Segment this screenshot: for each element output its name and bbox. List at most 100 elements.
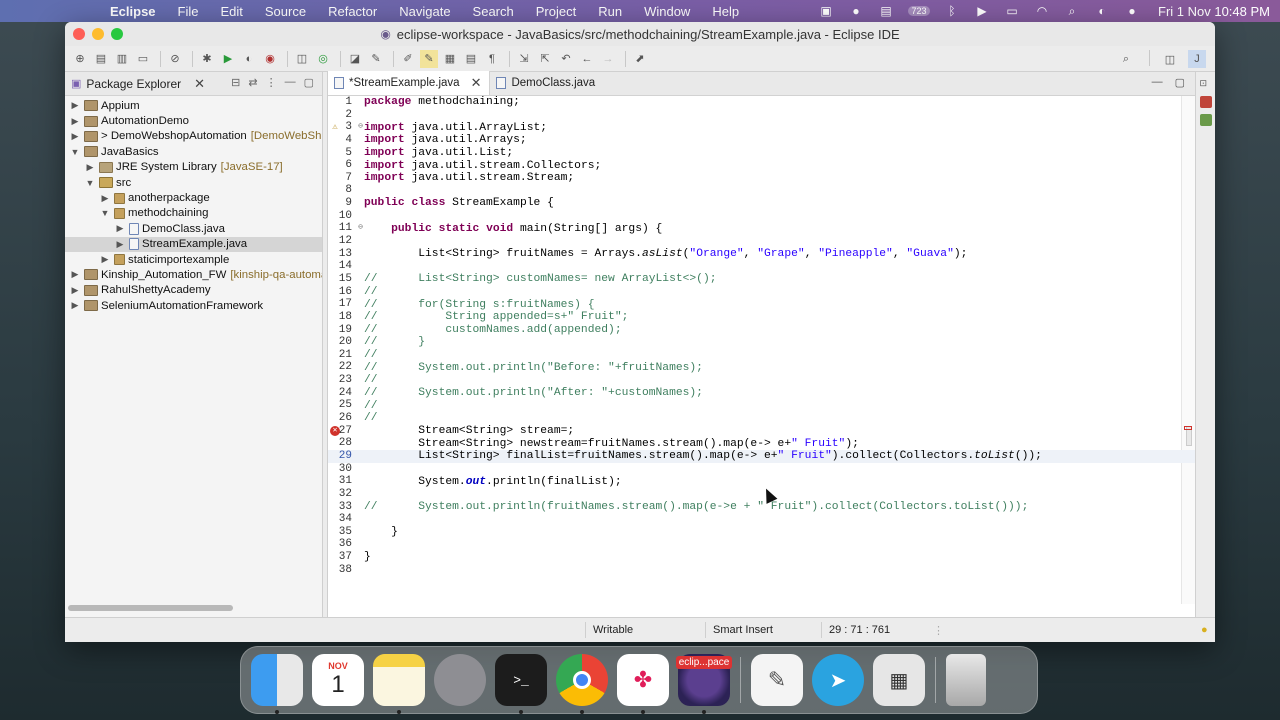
annotation-icon[interactable]: ✐ bbox=[399, 50, 417, 68]
line-gutter[interactable]: 22 bbox=[328, 361, 364, 374]
chrome-icon[interactable] bbox=[556, 654, 608, 714]
line-gutter[interactable]: 28 bbox=[328, 437, 364, 450]
code-text[interactable]: } bbox=[364, 551, 371, 563]
control-center-icon[interactable]: ◐ bbox=[1094, 4, 1110, 18]
chevron-right-icon[interactable]: ▶ bbox=[99, 254, 111, 265]
restore-icon[interactable]: ⊡ bbox=[1200, 78, 1212, 90]
line-gutter[interactable]: 27 ✕ bbox=[328, 425, 364, 438]
code-text[interactable]: import java.util.Arrays; bbox=[364, 134, 527, 146]
screen-share-icon[interactable]: ▣ bbox=[818, 4, 834, 18]
new-java-project-icon[interactable]: ◫ bbox=[293, 50, 311, 68]
menu-app-name[interactable]: Eclipse bbox=[110, 4, 156, 19]
code-line[interactable]: 38 bbox=[328, 564, 1195, 577]
menu-run[interactable]: Run bbox=[598, 4, 622, 19]
chevron-right-icon[interactable]: ▶ bbox=[84, 162, 96, 173]
menu-project[interactable]: Project bbox=[536, 4, 576, 19]
textedit-icon[interactable]: ✎ bbox=[751, 654, 803, 706]
chevron-right-icon[interactable]: ▶ bbox=[69, 100, 81, 111]
tip-icon[interactable]: ● bbox=[1201, 624, 1208, 636]
layers-icon[interactable]: ▤ bbox=[878, 4, 894, 18]
tree-item[interactable]: ▶ AutomationDemo bbox=[65, 113, 322, 128]
line-gutter[interactable]: 14 bbox=[328, 260, 364, 273]
code-text[interactable]: // bbox=[364, 412, 378, 424]
java-perspective-icon[interactable]: J bbox=[1188, 50, 1206, 68]
close-icon[interactable]: ✕ bbox=[194, 76, 205, 92]
code-line[interactable]: 13 List<String> fruitNames = Arrays.asLi… bbox=[328, 248, 1195, 261]
tab-demo-class[interactable]: DemoClass.java bbox=[490, 71, 603, 95]
pin-editor-icon[interactable]: ⬈ bbox=[631, 50, 649, 68]
chevron-right-icon[interactable]: ▶ bbox=[99, 193, 111, 204]
tab-package-explorer[interactable]: ▣ Package Explorer ✕ bbox=[71, 76, 205, 92]
maximize-editor-icon[interactable]: ▢ bbox=[1175, 76, 1185, 89]
code-text[interactable]: // List<String> customNames= new ArrayLi… bbox=[364, 273, 717, 285]
system-information-icon[interactable]: ▦ bbox=[873, 654, 925, 706]
chevron-right-icon[interactable]: ▶ bbox=[69, 116, 81, 127]
line-gutter[interactable]: 31 bbox=[328, 475, 364, 488]
open-perspective-icon[interactable]: ◫ bbox=[1161, 50, 1179, 68]
debug-icon[interactable]: ✱ bbox=[198, 50, 216, 68]
chevron-right-icon[interactable]: ▶ bbox=[114, 239, 126, 250]
code-line[interactable]: 20 // } bbox=[328, 336, 1195, 349]
tree-item[interactable]: ▶ JRE System Library [JavaSE-17] bbox=[65, 160, 322, 175]
line-gutter[interactable]: 4 bbox=[328, 134, 364, 147]
tree-item[interactable]: ▼ src bbox=[65, 175, 322, 190]
line-gutter[interactable]: 13 bbox=[328, 248, 364, 261]
code-line[interactable]: 36 bbox=[328, 538, 1195, 551]
code-line[interactable]: 11 ⊖ public static void main(String[] arg… bbox=[328, 222, 1195, 235]
code-line[interactable]: 24 // System.out.println("After: "+custom… bbox=[328, 387, 1195, 400]
tree-item[interactable]: ▶ DemoClass.java bbox=[65, 221, 322, 236]
code-line[interactable]: 5 import java.util.List; bbox=[328, 147, 1195, 160]
tab-stream-example[interactable]: *StreamExample.java ✕ bbox=[328, 71, 491, 95]
trash-icon[interactable] bbox=[946, 654, 986, 706]
warning-icon[interactable]: ⚠ bbox=[330, 122, 340, 132]
open-type-icon[interactable]: ◪ bbox=[346, 50, 364, 68]
code-text[interactable]: // bbox=[364, 349, 378, 361]
code-text[interactable]: // for(String s:fruitNames) { bbox=[364, 299, 595, 311]
code-line[interactable]: 18 // String appended=s+" Fruit"; bbox=[328, 311, 1195, 324]
terminal-icon[interactable]: ▭ bbox=[134, 50, 152, 68]
play-icon[interactable]: ▶ bbox=[974, 4, 990, 18]
wifi-icon[interactable]: ◠ bbox=[1034, 4, 1050, 18]
line-gutter[interactable]: 25 bbox=[328, 399, 364, 412]
forward-icon[interactable]: → bbox=[599, 50, 617, 68]
tree-item[interactable]: ▶ Kinship_Automation_FW [kinship-qa-automa… bbox=[65, 267, 322, 282]
line-gutter[interactable]: 23 bbox=[328, 374, 364, 387]
external-tools-icon[interactable]: ◉ bbox=[261, 50, 279, 68]
menu-edit[interactable]: Edit bbox=[220, 4, 242, 19]
link-with-editor-icon[interactable]: ⇄ bbox=[248, 76, 257, 89]
code-text[interactable]: // } bbox=[364, 336, 425, 348]
line-gutter[interactable]: 5 bbox=[328, 147, 364, 160]
window-titlebar[interactable]: ◉ eclipse-workspace - JavaBasics/src/met… bbox=[65, 22, 1215, 46]
line-gutter[interactable]: 38 bbox=[328, 564, 364, 577]
minimize-window-button[interactable] bbox=[92, 28, 104, 40]
tree-item[interactable]: ▶ SeleniumAutomationFramework bbox=[65, 298, 322, 313]
close-icon[interactable]: ✕ bbox=[471, 75, 482, 91]
eclipse-dock-icon[interactable]: eclip...pace bbox=[675, 654, 733, 714]
line-gutter[interactable]: 32 bbox=[328, 488, 364, 501]
show-whitespace-icon[interactable]: ¶ bbox=[483, 50, 501, 68]
code-text[interactable]: import java.util.stream.Collectors; bbox=[364, 160, 601, 172]
terminal-app-icon[interactable]: >_ bbox=[495, 654, 547, 714]
siri-icon[interactable]: ● bbox=[1124, 4, 1140, 18]
line-gutter[interactable]: 3 ⊖ ⚠ bbox=[328, 121, 364, 134]
fold-toggle-icon[interactable]: ⊖ bbox=[358, 121, 363, 134]
line-gutter[interactable]: 9 bbox=[328, 197, 364, 210]
line-gutter[interactable]: 8 bbox=[328, 184, 364, 197]
line-gutter[interactable]: 21 bbox=[328, 349, 364, 362]
code-line[interactable]: 31 System.out.println(finalList); bbox=[328, 475, 1195, 488]
menu-window[interactable]: Window bbox=[644, 4, 690, 19]
code-line[interactable]: 26 // bbox=[328, 412, 1195, 425]
block-selection-icon[interactable]: ▦ bbox=[441, 50, 459, 68]
tree-item[interactable]: ▶ > DemoWebshopAutomation[DemoWebShop_A bbox=[65, 129, 322, 144]
code-line[interactable]: 16 // bbox=[328, 286, 1195, 299]
telegram-icon[interactable]: ➤ bbox=[812, 654, 864, 706]
calendar-icon[interactable]: NOV 1 bbox=[312, 654, 364, 706]
line-gutter[interactable]: 6 bbox=[328, 159, 364, 172]
code-line[interactable]: 22 // System.out.println("Before: "+fruit… bbox=[328, 361, 1195, 374]
code-text[interactable]: // customNames.add(appended); bbox=[364, 324, 622, 336]
tree-item[interactable]: ▶ anotherpackage bbox=[65, 190, 322, 205]
code-text[interactable]: List<String> fruitNames = Arrays.asList(… bbox=[364, 248, 967, 260]
tree-item[interactable]: ▼ JavaBasics bbox=[65, 144, 322, 159]
code-text[interactable]: Stream<String> stream=; bbox=[364, 425, 574, 437]
code-line[interactable]: 6 import java.util.stream.Collectors; bbox=[328, 159, 1195, 172]
